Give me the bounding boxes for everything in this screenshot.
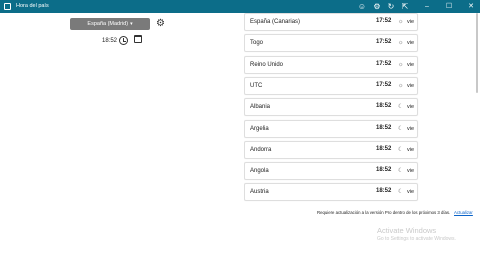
local-time: 18:52 xyxy=(376,145,392,152)
gear-icon[interactable]: ⚙ xyxy=(155,18,166,29)
timezone-row[interactable]: UTC 17:52 ☼ vie xyxy=(244,76,418,95)
close-button[interactable]: ✕ xyxy=(462,0,480,13)
country-dropdown[interactable]: España (Madrid) ▾ xyxy=(70,18,150,30)
update-link[interactable]: Actualizar xyxy=(454,210,473,216)
timezone-row[interactable]: Angola 18:52 ☾ vie xyxy=(244,162,418,181)
watermark-title: Activate Windows xyxy=(377,226,437,235)
clock-icon[interactable] xyxy=(119,36,128,45)
country-name: Austria xyxy=(250,189,269,196)
local-time: 17:52 xyxy=(376,81,392,88)
local-time: 18:52 xyxy=(376,188,392,195)
moon-icon: ☾ xyxy=(398,146,404,153)
timezone-list: España (Canarias) 17:52 ☼ vie Togo 17:52 ☼ vie R… xyxy=(244,13,420,213)
people-icon[interactable]: ☺ xyxy=(357,1,367,12)
country-name: Andorra xyxy=(250,146,272,153)
scrollbar[interactable] xyxy=(476,13,479,213)
timezone-row[interactable]: Austria 18:52 ☾ vie xyxy=(244,183,418,202)
local-time: 17:52 xyxy=(376,39,392,46)
country-name: Reino Unido xyxy=(250,61,284,68)
local-time: 17:52 xyxy=(376,60,392,67)
timezone-row[interactable]: Togo 17:52 ☼ vie xyxy=(244,34,418,53)
country-name: Argelia xyxy=(250,125,269,132)
refresh-icon[interactable]: ↻ xyxy=(386,1,396,12)
scrollbar-thumb[interactable] xyxy=(476,13,478,93)
weekday: vie xyxy=(407,82,415,89)
minimize-button[interactable]: – xyxy=(418,0,436,13)
moon-icon: ☾ xyxy=(398,168,404,175)
weekday: vie xyxy=(407,40,415,47)
timezone-row[interactable]: España (Canarias) 17:52 ☼ vie xyxy=(244,13,418,31)
weekday: vie xyxy=(407,189,415,196)
country-name: Angola xyxy=(250,168,269,175)
moon-icon: ☾ xyxy=(398,189,404,196)
timezone-row[interactable]: Albania 18:52 ☾ vie xyxy=(244,98,418,117)
update-message: Requiere actualización a la versión Pro … xyxy=(317,210,451,215)
country-name: UTC xyxy=(250,82,263,89)
sun-icon: ☼ xyxy=(398,82,404,89)
local-time: 18:52 xyxy=(376,124,392,131)
local-time: 18:52 xyxy=(376,103,392,110)
country-name: Togo xyxy=(250,40,264,47)
sun-icon: ☼ xyxy=(398,40,404,47)
country-name: Albania xyxy=(250,104,271,111)
weekday: vie xyxy=(407,168,415,175)
maximize-button[interactable]: ☐ xyxy=(440,0,458,13)
moon-icon: ☾ xyxy=(398,104,404,111)
sun-icon: ☼ xyxy=(398,19,404,25)
window-title: Hora del país xyxy=(16,3,49,9)
chevron-down-icon: ▾ xyxy=(130,21,133,27)
timezone-row[interactable]: Andorra 18:52 ☾ vie xyxy=(244,140,418,159)
weekday: vie xyxy=(407,146,415,153)
sun-icon: ☼ xyxy=(398,61,404,68)
weekday: vie xyxy=(407,61,415,68)
country-dropdown-label: España (Madrid) xyxy=(87,21,129,27)
local-time: 17:52 xyxy=(376,18,392,24)
share-icon[interactable]: ⇱ xyxy=(400,1,410,12)
weekday: vie xyxy=(407,19,415,25)
timezone-row[interactable]: Reino Unido 17:52 ☼ vie xyxy=(244,55,418,74)
selector-panel: España (Madrid) ▾ ⚙ 18:52 xyxy=(0,13,240,253)
watermark-subtitle: Go to Settings to activate Windows. xyxy=(377,236,456,242)
country-name: España (Canarias) xyxy=(250,19,301,25)
local-time: 18:52 xyxy=(376,167,392,174)
settings-icon[interactable]: ⚙ xyxy=(372,1,382,12)
activation-watermark: Activate Windows Go to Settings to activ… xyxy=(377,226,456,243)
calendar-icon[interactable] xyxy=(134,35,142,43)
app-icon xyxy=(4,3,11,10)
weekday: vie xyxy=(407,104,415,111)
time-readout: 18:52 xyxy=(102,38,118,44)
title-bar: Hora del país ☺ ⚙ ↻ ⇱ – ☐ ✕ xyxy=(0,0,480,13)
weekday: vie xyxy=(407,125,415,132)
timezone-row[interactable]: Argelia 18:52 ☾ vie xyxy=(244,119,418,138)
moon-icon: ☾ xyxy=(398,125,404,132)
